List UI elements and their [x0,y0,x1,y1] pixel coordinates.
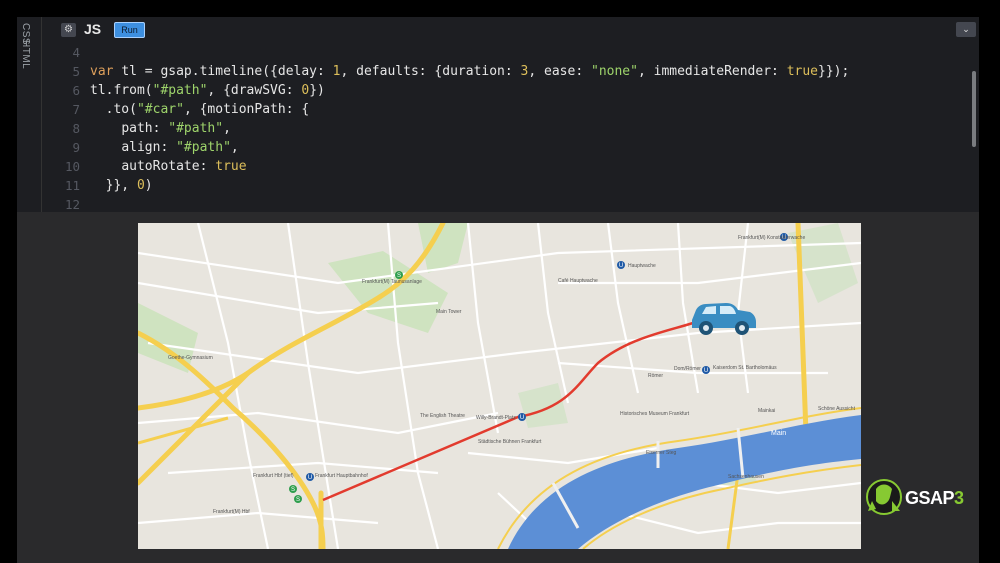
map-label: Mainkai [758,408,776,414]
svg-text:U: U [308,475,312,481]
line-number: 11 [64,178,80,193]
svg-text:S: S [291,487,295,493]
code-line: }}, 0) [90,178,153,193]
svg-text:U: U [704,368,708,374]
line-number: 5 [72,64,80,79]
map-label: Frankfurt Hauptbahnhof [315,473,368,479]
map-label: Römer [648,373,664,379]
map-label: Frankfurt(M) Taunusanlage [362,279,422,285]
svg-text:U: U [520,415,524,421]
map-label: Dom/Römer [674,366,701,372]
line-number: 8 [72,121,80,136]
line-number: 9 [72,140,80,155]
editor-language-label: JS [84,21,102,37]
map-label: Main Tower [436,309,462,315]
map-label: Willy-Brandt-Platz [476,415,516,421]
map-label: Kaiserdom St. Bartholomäus [713,365,777,371]
line-number: 10 [64,159,80,174]
js-editor-panel: ⚙ JS Run ⌄ 4 5 6 7 8 9 10 11 12 var tl =… [42,17,979,212]
map-label: Frankfurt(M) Konstablerwache [738,235,806,241]
map-label: Main [771,430,787,437]
map-view[interactable]: S U U U U U S S Frankfurt(M) Taunusanlag… [138,223,861,549]
line-number: 7 [72,102,80,117]
gear-icon[interactable]: ⚙ [61,23,76,37]
line-number-gutter: 4 5 6 7 8 9 10 11 12 [42,43,82,212]
map-label: Eiserner Steg [646,450,677,456]
code-line: align: "#path", [121,140,239,155]
map-label: Hauptwache [628,263,656,269]
code-line: autoRotate: true [121,159,247,174]
codepen-frame: CSS HTML ⚙ JS Run ⌄ 4 5 6 7 8 9 10 11 12… [17,17,979,563]
line-number: 4 [72,45,80,60]
code-line: .to("#car", {motionPath: { [90,102,310,117]
run-button[interactable]: Run [114,22,145,38]
chevron-down-icon[interactable]: ⌄ [956,22,976,37]
map-label: Goethe-Gymnasium [168,355,213,361]
editor-header: ⚙ JS Run ⌄ [42,17,979,43]
map-label: Schöne Aussicht [818,406,855,412]
map-label: Frankfurt Hbf (tief) [253,473,294,479]
tab-html[interactable]: HTML [20,40,31,69]
preview-panel: S U U U U U S S Frankfurt(M) Taunusanlag… [17,212,979,563]
map-label: Frankfurt(M) Hbf [213,509,250,515]
map-svg: S U U U U U S S [138,223,861,549]
code-area[interactable]: var tl = gsap.timeline({delay: 1, defaul… [82,43,952,212]
code-line: path: "#path", [121,121,231,136]
collapsed-panels: CSS HTML [17,17,42,212]
code-line: tl.from("#path", {drawSVG: 0}) [90,83,325,98]
code-line: var tl = gsap.timeline({delay: 1, defaul… [90,64,850,79]
map-label: Café Hauptwache [558,278,598,284]
svg-text:U: U [619,263,623,269]
line-number: 6 [72,83,80,98]
gsap-logo-text: GSAP3 [905,488,964,508]
editor-scrollbar[interactable] [972,71,976,147]
map-label: Sachsenhausen [728,474,764,480]
svg-text:S: S [296,497,300,503]
map-label: Historisches Museum Frankfurt [620,411,690,417]
map-label: Städtische Bühnen Frankfurt [478,439,542,445]
map-label: The English Theatre [420,413,465,419]
